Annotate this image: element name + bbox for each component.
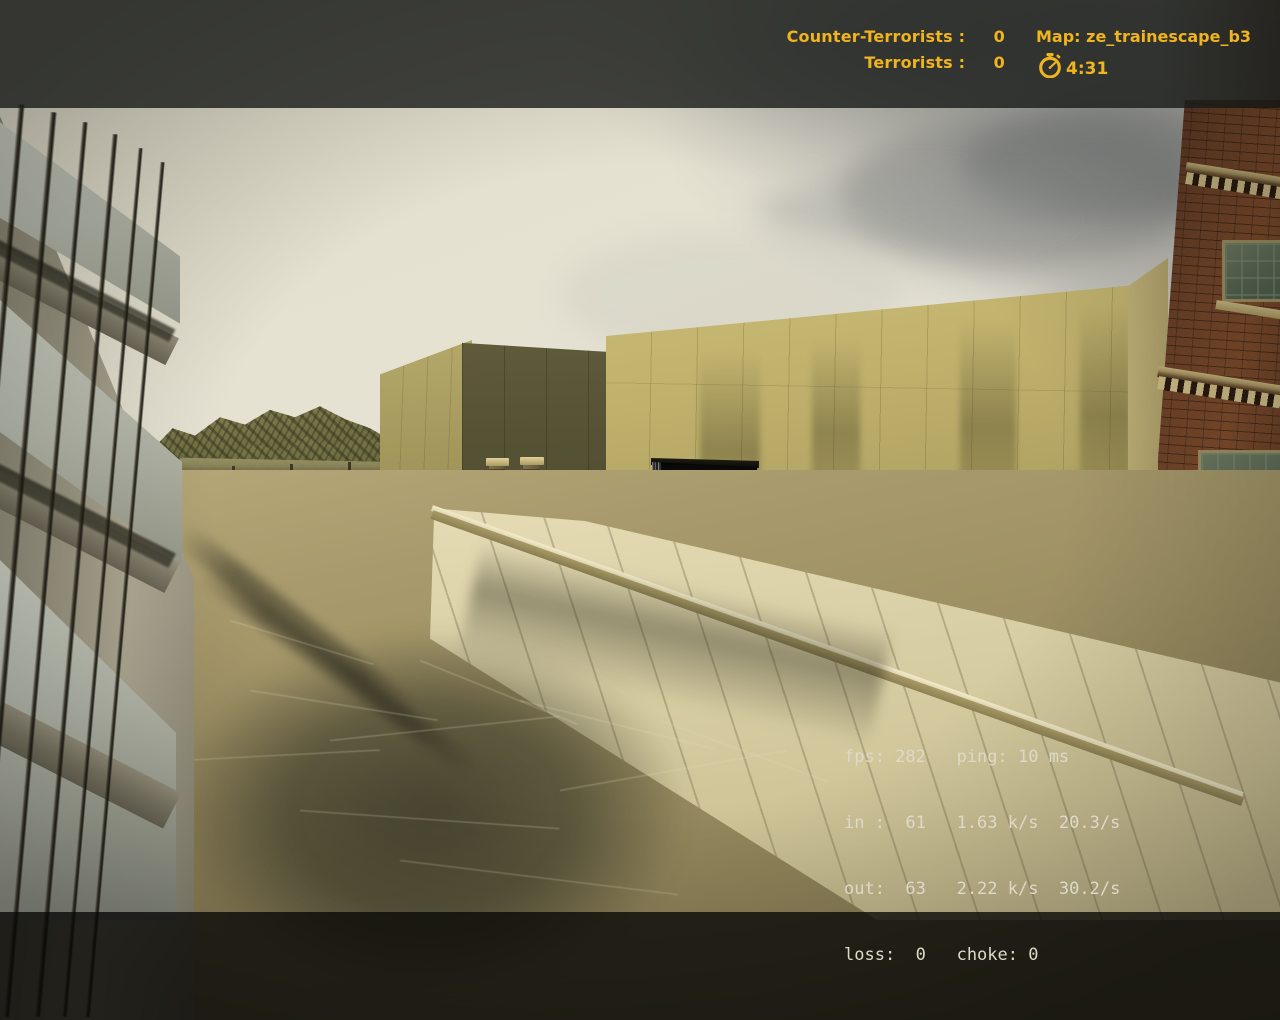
round-timer: 4:31: [1036, 52, 1251, 86]
netgraph-panel: fps: 282 ping: 10 ms in : 61 1.63 k/s 20…: [844, 702, 1120, 1010]
map-name-line: Map: ze_trainescape_b3: [1036, 27, 1252, 46]
game-viewport: Counter-Terrorists : 0 Terrorists : 0 Ma…: [0, 0, 1280, 1020]
ct-score: 0: [993, 27, 1005, 46]
ct-label: Counter-Terrorists :: [786, 27, 971, 46]
t-label: Terrorists :: [864, 53, 971, 72]
pillar-cap: [520, 457, 544, 465]
netgraph-line-loss: loss: 0 choke: 0: [844, 945, 1039, 965]
round-timer-value: 4:31: [1066, 59, 1109, 79]
scoreboard-row-ct: Counter-Terrorists : 0: [0, 24, 1005, 50]
netgraph-line-fps: fps: 282 ping: 10 ms: [844, 747, 1070, 767]
t-score: 0: [993, 53, 1005, 72]
pillar-cap: [486, 458, 509, 466]
scoreboard-row-t: Terrorists : 0: [0, 50, 1005, 76]
map-info-block: Map: ze_trainescape_b3 4:31: [1036, 24, 1251, 86]
brick-building-window: [1222, 240, 1280, 302]
scoreboard: Counter-Terrorists : 0 Terrorists : 0: [0, 24, 1005, 76]
netgraph-line-in: in : 61 1.63 k/s 20.3/s: [844, 813, 1121, 833]
stopwatch-icon: [1036, 52, 1064, 86]
netgraph-line-out: out: 63 2.22 k/s 30.2/s: [844, 879, 1121, 899]
